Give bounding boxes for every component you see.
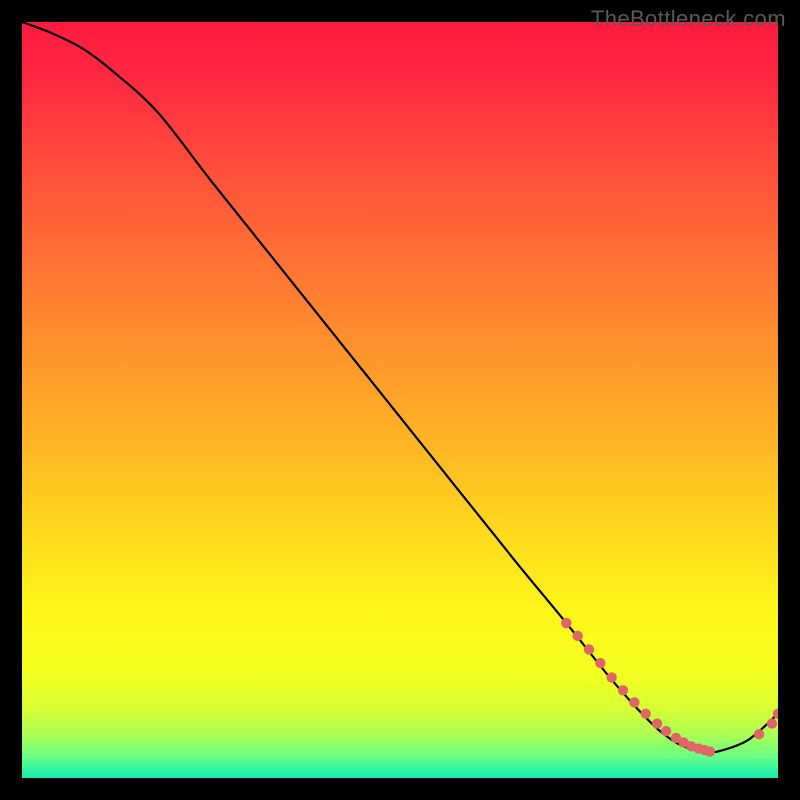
chart-svg bbox=[22, 22, 778, 778]
marker-dot bbox=[754, 729, 764, 739]
marker-dot bbox=[606, 672, 616, 682]
chart-stage: TheBottleneck.com bbox=[0, 0, 800, 800]
watermark-label: TheBottleneck.com bbox=[591, 6, 786, 32]
marker-dot bbox=[629, 697, 639, 707]
marker-dot bbox=[661, 726, 671, 736]
marker-dot bbox=[572, 631, 582, 641]
marker-dot bbox=[705, 746, 715, 756]
chart-background bbox=[22, 22, 778, 778]
marker-dot bbox=[584, 644, 594, 654]
marker-dot bbox=[561, 618, 571, 628]
marker-dot bbox=[652, 718, 662, 728]
marker-dot bbox=[767, 718, 777, 728]
marker-dot bbox=[641, 709, 651, 719]
marker-dot bbox=[595, 658, 605, 668]
marker-dot bbox=[618, 685, 628, 695]
